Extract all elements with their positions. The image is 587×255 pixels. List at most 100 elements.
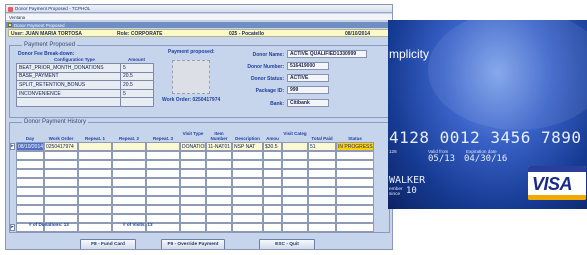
table-cell[interactable] (146, 178, 180, 187)
table-cell[interactable] (232, 169, 263, 178)
table-cell[interactable] (282, 142, 308, 151)
table-cell[interactable] (146, 205, 180, 214)
table-row[interactable] (16, 205, 392, 214)
table-cell[interactable] (146, 196, 180, 205)
grid-column-header[interactable]: Day (16, 136, 44, 141)
grid-column-header[interactable]: Visit Categ (282, 131, 308, 136)
table-row[interactable] (16, 187, 392, 196)
table-cell[interactable] (112, 196, 146, 205)
table-cell[interactable] (16, 160, 44, 169)
table-cell[interactable] (78, 178, 112, 187)
table-cell[interactable] (44, 178, 78, 187)
table-cell[interactable] (263, 187, 282, 196)
table-cell[interactable] (180, 223, 206, 232)
table-cell[interactable] (112, 151, 146, 160)
table-cell[interactable] (206, 178, 232, 187)
table-cell[interactable] (308, 151, 336, 160)
quit-button[interactable]: ESC - Quit (259, 239, 315, 249)
table-cell[interactable] (263, 223, 282, 232)
table-cell[interactable] (112, 187, 146, 196)
table-cell[interactable] (308, 196, 336, 205)
table-cell[interactable] (232, 205, 263, 214)
table-cell[interactable] (282, 205, 308, 214)
table-cell[interactable] (146, 187, 180, 196)
table-cell[interactable] (282, 178, 308, 187)
table-cell[interactable] (78, 196, 112, 205)
table-cell[interactable] (282, 151, 308, 160)
grid-column-header[interactable]: Description (232, 136, 263, 141)
table-cell[interactable] (16, 196, 44, 205)
table-cell[interactable] (112, 142, 146, 151)
table-cell[interactable] (336, 214, 374, 223)
table-cell[interactable] (282, 169, 308, 178)
table-cell[interactable] (112, 178, 146, 187)
table-cell[interactable] (336, 151, 374, 160)
donor-name-field[interactable]: ACTIVE QUALIFIED1330999 (287, 50, 367, 58)
table-cell[interactable] (16, 205, 44, 214)
table-cell[interactable] (282, 196, 308, 205)
grid-column-header[interactable]: Repeat. 1 (78, 136, 112, 141)
table-cell[interactable] (308, 160, 336, 169)
table-cell[interactable] (206, 214, 232, 223)
override-payment-button[interactable]: F9 - Override Payment (161, 239, 225, 249)
donor-status-field[interactable]: ACTIVE (287, 74, 329, 82)
grid-column-header[interactable]: Total Paid (308, 136, 336, 141)
table-row[interactable] (16, 160, 392, 169)
table-cell[interactable] (336, 169, 374, 178)
table-cell[interactable] (232, 151, 263, 160)
grid-column-header[interactable]: Item Number (206, 131, 232, 141)
table-cell[interactable] (206, 196, 232, 205)
table-cell[interactable] (146, 142, 180, 151)
table-cell[interactable] (180, 169, 206, 178)
table-cell[interactable] (78, 205, 112, 214)
table-cell[interactable] (78, 187, 112, 196)
grid-column-header[interactable]: Amou (263, 136, 282, 141)
table-cell[interactable] (263, 205, 282, 214)
menu-ventana[interactable]: Ventana (9, 15, 25, 20)
table-row[interactable]: ▸ 08/10/2014 0250417974 DONATION 11-NAT01 NSP… (10, 142, 392, 151)
table-cell[interactable] (16, 151, 44, 160)
table-row[interactable] (16, 151, 392, 160)
table-cell[interactable] (308, 205, 336, 214)
table-cell[interactable] (180, 214, 206, 223)
table-cell[interactable] (180, 160, 206, 169)
table-cell[interactable] (336, 160, 374, 169)
table-cell[interactable]: 51 (308, 142, 336, 151)
table-cell[interactable] (146, 151, 180, 160)
table-cell[interactable] (44, 169, 78, 178)
table-cell[interactable] (78, 214, 112, 223)
table-cell[interactable] (308, 169, 336, 178)
row-selector-icon[interactable]: ▸ (10, 143, 15, 150)
table-cell[interactable] (44, 160, 78, 169)
table-cell[interactable] (44, 196, 78, 205)
table-cell[interactable] (78, 160, 112, 169)
table-cell[interactable] (146, 169, 180, 178)
table-cell[interactable] (308, 178, 336, 187)
table-cell[interactable]: 11-NAT01 (206, 142, 232, 151)
table-cell[interactable] (263, 151, 282, 160)
package-id-field[interactable]: 999 (287, 86, 329, 94)
table-cell[interactable] (282, 214, 308, 223)
table-row[interactable] (16, 178, 392, 187)
table-cell[interactable] (206, 169, 232, 178)
table-cell[interactable] (44, 205, 78, 214)
table-cell[interactable] (206, 151, 232, 160)
fund-card-button[interactable]: F8 - Fund Card (80, 239, 136, 249)
table-cell[interactable] (308, 214, 336, 223)
grid-column-header[interactable]: Repeat. 2 (112, 136, 146, 141)
table-cell[interactable] (232, 178, 263, 187)
table-cell[interactable]: DONATION (180, 142, 206, 151)
table-cell[interactable] (206, 160, 232, 169)
table-cell[interactable] (78, 169, 112, 178)
table-cell[interactable] (112, 160, 146, 169)
table-row[interactable] (16, 196, 392, 205)
table-cell[interactable] (78, 223, 112, 232)
table-cell[interactable] (206, 205, 232, 214)
table-row[interactable] (16, 214, 392, 223)
table-cell[interactable] (180, 205, 206, 214)
table-cell[interactable] (263, 214, 282, 223)
row-selector-icon[interactable]: ▸ (10, 224, 15, 231)
table-cell[interactable] (263, 160, 282, 169)
donor-number-field[interactable]: 516419000 (287, 62, 329, 70)
table-cell[interactable]: 08/10/2014 (16, 142, 44, 151)
